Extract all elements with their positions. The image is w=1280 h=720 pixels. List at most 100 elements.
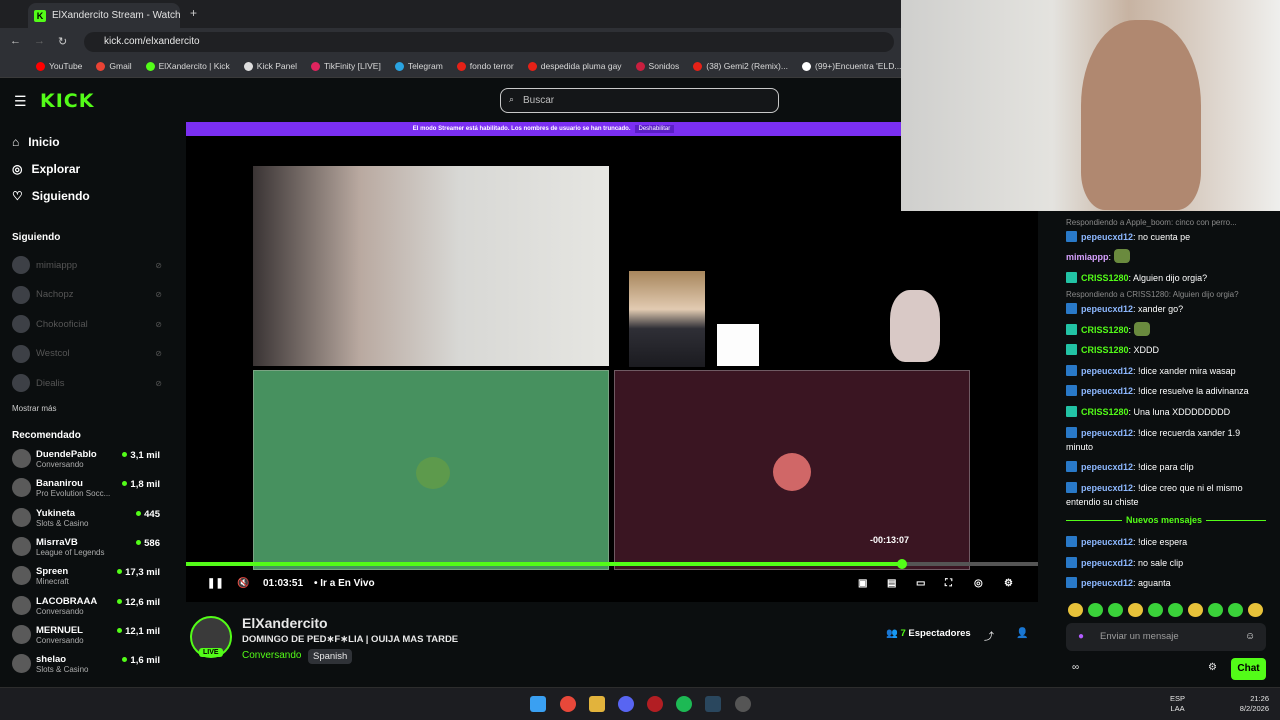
url-field[interactable]: kick.com/elxandercito xyxy=(84,32,894,52)
chat-input[interactable]: Enviar un mensaje xyxy=(1066,623,1266,651)
nav-item-siguiendo[interactable]: ♡ Siguiendo xyxy=(12,189,90,203)
recommended-item[interactable]: DuendePablo Conversando 3,1 mil xyxy=(12,449,160,477)
bookmark-item[interactable]: Sonidos xyxy=(635,61,679,71)
share-icon[interactable]: ⤴ xyxy=(984,628,994,643)
chat-username[interactable]: CRISS1280 xyxy=(1081,325,1129,335)
emote-icon[interactable] xyxy=(1108,603,1123,617)
chat-username[interactable]: pepeucxd12 xyxy=(1081,366,1133,376)
chat-username[interactable]: CRISS1280 xyxy=(1081,407,1129,417)
bookmark-item[interactable]: Kick Panel xyxy=(243,61,297,71)
mute-icon[interactable]: 🔇 xyxy=(237,578,249,589)
recommended-item[interactable]: MisrraVB League of Legends 586 xyxy=(12,536,160,565)
theater-icon[interactable]: ▤ xyxy=(887,578,896,589)
recommended-item[interactable]: MERNUEL Conversando 12,1 mil xyxy=(12,624,160,653)
back-icon[interactable]: ← xyxy=(10,35,21,47)
bookmark-item[interactable]: despedida pluma gay xyxy=(527,61,622,71)
recommended-item[interactable]: LACOBRAAA Conversando 12,6 mil xyxy=(12,595,160,624)
following-item[interactable]: mimiappp ⊘ xyxy=(12,256,162,274)
emote-icon[interactable] xyxy=(1128,603,1143,617)
chat-username[interactable]: pepeucxd12 xyxy=(1081,386,1133,396)
recommended-item[interactable]: Spreen Minecraft 17,3 mil xyxy=(12,566,160,594)
clock[interactable]: 21:26 8/2/2026 xyxy=(1237,694,1269,714)
nav-item-explorar[interactable]: ◎ Explorar xyxy=(12,162,80,176)
chat-username[interactable]: pepeucxd12 xyxy=(1081,483,1133,493)
bookmark-item[interactable]: Telegram xyxy=(394,61,443,71)
steam-icon[interactable] xyxy=(705,696,721,712)
progress-handle[interactable] xyxy=(896,559,907,569)
speed-icon[interactable]: ◎ xyxy=(974,578,983,589)
recommended-item[interactable]: Yukineta Slots & Casino 445 xyxy=(12,507,160,536)
chat-username[interactable]: pepeucxd12 xyxy=(1081,537,1133,547)
chat-username[interactable]: CRISS1280 xyxy=(1081,273,1129,283)
windows-start-icon[interactable] xyxy=(530,696,546,712)
pause-icon[interactable]: ❚❚ xyxy=(207,578,224,589)
chat-username[interactable]: pepeucxd12 xyxy=(1081,558,1133,568)
spotify-icon[interactable] xyxy=(676,696,692,712)
reply-context: Respondiendo a CRISS1280: Alguien dijo o… xyxy=(1066,290,1239,299)
webcam-overlay xyxy=(253,166,609,366)
show-more-link[interactable]: Mostrar más xyxy=(12,404,56,413)
new-tab-icon[interactable]: + xyxy=(190,6,197,20)
viewer-count: 👥 7 Espectadores xyxy=(886,628,971,639)
badge-icon xyxy=(1066,577,1077,588)
emote-icon[interactable] xyxy=(1088,603,1103,617)
bookmark-item[interactable]: ElXandercito | Kick xyxy=(145,61,230,71)
emoji-icon[interactable]: ☺ xyxy=(1245,631,1255,642)
fullscreen-icon[interactable]: ⛶ xyxy=(945,578,952,589)
chat-username[interactable]: pepeucxd12 xyxy=(1081,462,1133,472)
folder-icon[interactable] xyxy=(589,696,605,712)
following-item[interactable]: Westcol ⊘ xyxy=(12,344,162,363)
points-icon[interactable]: ∞ xyxy=(1072,662,1079,673)
app-icon[interactable] xyxy=(647,696,663,712)
search-input[interactable]: Buscar xyxy=(500,88,779,113)
chat-username[interactable]: pepeucxd12 xyxy=(1081,304,1133,314)
emote-icon[interactable] xyxy=(1228,603,1243,617)
obs-icon[interactable] xyxy=(735,696,751,712)
recommended-item[interactable]: Bananirou Pro Evolution Socc... 1,8 mil xyxy=(12,478,160,506)
clip-icon[interactable]: ▣ xyxy=(858,578,867,589)
chat-send-button[interactable]: Chat xyxy=(1231,658,1266,680)
emote-icon[interactable] xyxy=(1248,603,1263,617)
channel-category: League of Legends xyxy=(36,547,105,557)
bookmark-item[interactable]: (38) Gemi2 (Remix)... xyxy=(693,61,788,71)
emote-icon[interactable] xyxy=(1148,603,1163,617)
disable-button[interactable]: Deshabilitar xyxy=(634,125,675,133)
emote-icon[interactable] xyxy=(1188,603,1203,617)
bookmark-item[interactable]: fondo terror xyxy=(456,61,514,71)
kick-logo[interactable]: KICK xyxy=(40,90,94,112)
language-tag[interactable]: Spanish xyxy=(308,649,353,664)
bookmark-item[interactable]: YouTube xyxy=(36,61,82,71)
settings-icon[interactable]: ⚙ xyxy=(1004,578,1013,589)
following-item[interactable]: Chokooficial ⊘ xyxy=(12,315,162,333)
chat-username[interactable]: pepeucxd12 xyxy=(1081,232,1133,242)
bookmark-item[interactable]: TikFinity [LIVE] xyxy=(310,61,381,71)
chrome-icon[interactable] xyxy=(560,696,576,712)
following-item[interactable]: Diealis ⊘ xyxy=(12,374,162,392)
badge-icon xyxy=(1066,272,1077,283)
following-item[interactable]: Nachopz ⊘ xyxy=(12,285,162,304)
recommended-item[interactable]: shelao Slots & Casino 1,6 mil xyxy=(12,654,160,682)
stream-category[interactable]: Conversando xyxy=(242,650,301,661)
go-live-button[interactable]: • Ir a En Vivo xyxy=(314,578,375,589)
bookmark-item[interactable]: (99+)Encuentra 'ELD... xyxy=(801,61,901,71)
discord-icon[interactable] xyxy=(618,696,634,712)
bookmark-item[interactable]: Gmail xyxy=(96,61,132,71)
mic-icon[interactable]: ● xyxy=(1078,631,1084,642)
channel-name[interactable]: ElXandercito xyxy=(242,615,328,631)
forward-icon[interactable]: → xyxy=(34,35,45,47)
emote-icon[interactable] xyxy=(1168,603,1183,617)
language-indicator[interactable]: ESP LAA xyxy=(1170,694,1185,714)
menu-icon[interactable]: ☰ xyxy=(14,93,27,110)
browser-tab[interactable]: KElXandercito Stream - Watch Li✕ xyxy=(28,3,180,28)
nav-item-inicio[interactable]: ⌂ Inicio xyxy=(12,135,60,149)
chat-username[interactable]: CRISS1280 xyxy=(1081,345,1129,355)
chat-username[interactable]: pepeucxd12 xyxy=(1081,578,1133,588)
chat-username[interactable]: mimiappp xyxy=(1066,252,1109,262)
reload-icon[interactable]: ↻ xyxy=(58,35,67,48)
emote-icon[interactable] xyxy=(1068,603,1083,617)
chat-settings-icon[interactable]: ⚙ xyxy=(1208,662,1217,673)
follow-icon[interactable]: 👤 xyxy=(1016,628,1028,639)
emote-icon[interactable] xyxy=(1208,603,1223,617)
pip-icon[interactable]: ▭ xyxy=(916,578,925,589)
chat-username[interactable]: pepeucxd12 xyxy=(1081,428,1133,438)
